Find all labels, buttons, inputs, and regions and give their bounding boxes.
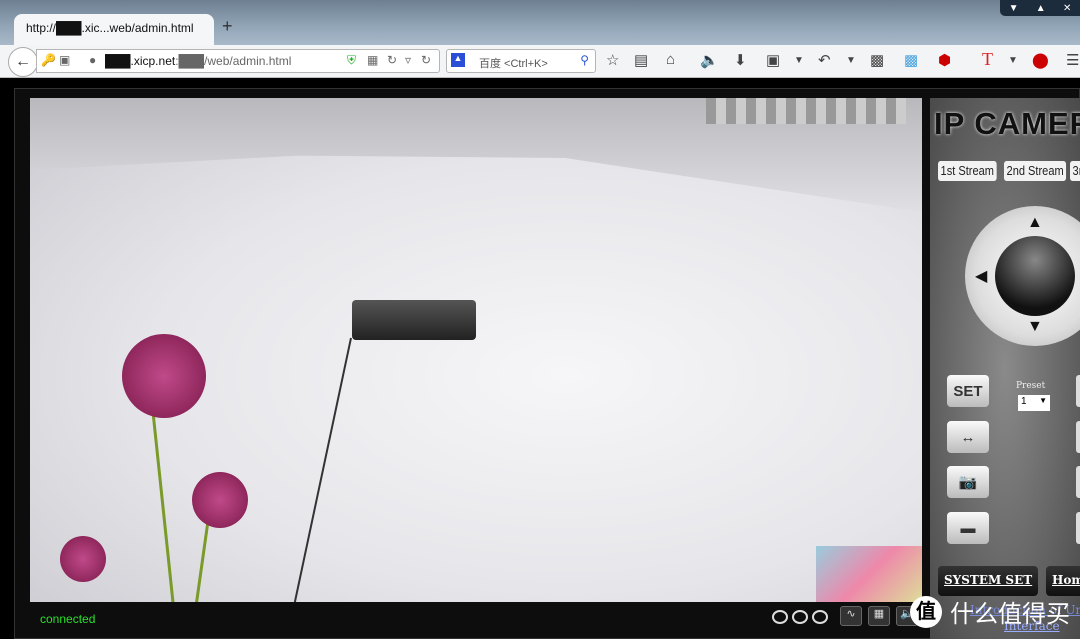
snapshot-button[interactable]: 📷 [947,466,989,498]
system-set-link[interactable]: SYSTEM SET [938,566,1039,596]
star-icon[interactable]: ☆ [606,51,619,69]
brand-title: IP CAMERA [934,106,1080,141]
sync-icon[interactable]: ↻ [387,53,397,67]
search-box[interactable]: ▲ 百度 <Ctrl+K> ⚲ [446,49,596,73]
url-domain: ███.xicp.net [105,54,176,68]
zoom-in-icon[interactable] [812,610,828,624]
crop-icon[interactable]: ▣ [766,51,780,69]
url-path: :███/web/admin.html [175,54,292,68]
key-icon: 🔑 [41,53,56,67]
search-icon[interactable]: ⚲ [580,53,589,67]
preset-label: Preset [1016,381,1046,391]
stream-2-button[interactable]: 2nd Stream [1004,161,1067,181]
back-button[interactable]: ← [8,47,38,77]
reload-icon[interactable]: ↻ [421,53,431,67]
zoom-reset-icon[interactable] [792,610,808,624]
connection-status: connected [40,612,96,626]
ptz-control[interactable]: ▲ ▼ ◀ [965,206,1080,346]
dropdown-icon[interactable]: ▿ [405,53,411,67]
minimize-button[interactable]: ▼ [1009,3,1019,14]
drawing [816,546,922,602]
navigation-bar: ← 🔑 ▣ ● ███.xicp.net:███/web/admin.html … [0,45,1080,78]
preset-select[interactable]: 1 ▼ [1018,395,1050,411]
url-bar[interactable]: 🔑 ▣ ● ███.xicp.net:███/web/admin.html ⛨ … [36,49,440,73]
side-button[interactable] [1076,466,1080,498]
browser-titlebar: http://███.xic...web/admin.html + ▼ ▲ ✕ [0,0,1080,46]
dropdown-icon[interactable]: ▼ [846,55,856,66]
patrol-button[interactable]: ↔ [947,421,989,453]
translate-icon[interactable]: ▩ [904,51,918,69]
card-icon: ▬ [960,519,976,537]
back-arrow-icon: ← [15,53,31,70]
osd-timestamp-blurred [706,98,906,124]
download-icon[interactable]: ⬇ [734,51,747,69]
chevron-down-icon: ▼ [1039,396,1047,405]
camera-icon: 📷 [958,474,978,491]
stream-3-button[interactable]: 3rd Stream [1070,161,1080,181]
video-status-bar: connected ∿ ▦ 🔈 [30,606,922,636]
stream-1-button[interactable]: 1st Stream [938,161,997,181]
dictionary-icon[interactable]: ▩ [870,51,884,69]
zoom-out-icon[interactable] [772,610,788,624]
folder-icon: ▣ [59,53,71,67]
shield-icon[interactable]: ⛨ [347,53,356,68]
new-tab-button[interactable]: + [222,16,233,37]
home-icon[interactable]: ⌂ [666,51,675,68]
record-button[interactable]: ▬ [947,512,989,544]
baidu-paw-icon[interactable]: ▲ [451,53,465,67]
pan-up-icon[interactable]: ▲ [1027,214,1043,232]
side-button[interactable] [1076,512,1080,544]
side-button[interactable] [1076,375,1080,407]
flower [122,334,206,418]
watermark: 值 什么值得买 [910,594,1070,629]
speaker-icon[interactable]: 🔈 [700,51,719,69]
home-link[interactable]: Home [1046,566,1080,596]
adblock-icon[interactable]: ⬢ [938,51,951,69]
video-feed[interactable] [30,98,922,602]
extension-icon[interactable]: ⬤ [1032,51,1049,69]
window-controls: ▼ ▲ ✕ [1000,0,1080,16]
tab-title: http://███.xic...web/admin.html [26,21,194,35]
ptz-center[interactable] [995,236,1075,316]
close-button[interactable]: ✕ [1063,3,1071,14]
mirror-button[interactable]: ▦ [868,606,890,626]
dropdown-icon[interactable]: ▼ [1008,55,1018,66]
horizontal-arrows-icon: ↔ [960,428,976,446]
watermark-text: 什么值得买 [950,601,1070,628]
pan-left-icon[interactable]: ◀ [975,266,987,286]
dropdown-icon[interactable]: ▼ [794,55,804,66]
cable [293,337,352,602]
flower [60,536,106,582]
pan-down-icon[interactable]: ▼ [1027,318,1043,336]
qr-code-icon[interactable]: ▦ [367,53,378,67]
menu-icon[interactable]: ☰ [1066,51,1079,69]
browser-tab[interactable]: http://███.xic...web/admin.html [14,14,214,46]
flip-button[interactable]: ∿ [840,606,862,626]
reading-list-icon[interactable]: ▤ [634,51,648,69]
search-placeholder: 百度 <Ctrl+K> [479,58,548,70]
globe-icon: ● [89,53,97,67]
text-icon[interactable]: T [982,49,993,70]
projector [352,300,476,340]
set-button[interactable]: SET [947,375,989,407]
undo-icon[interactable]: ↶ [818,51,831,69]
restore-button[interactable]: ▲ [1036,3,1046,14]
control-panel: IP CAMERA 1st Stream 2nd Stream 3rd Stre… [930,98,1080,639]
side-button[interactable] [1076,421,1080,453]
preset-value: 1 [1021,396,1027,407]
flower [192,472,248,528]
watermark-logo: 值 [910,595,942,628]
